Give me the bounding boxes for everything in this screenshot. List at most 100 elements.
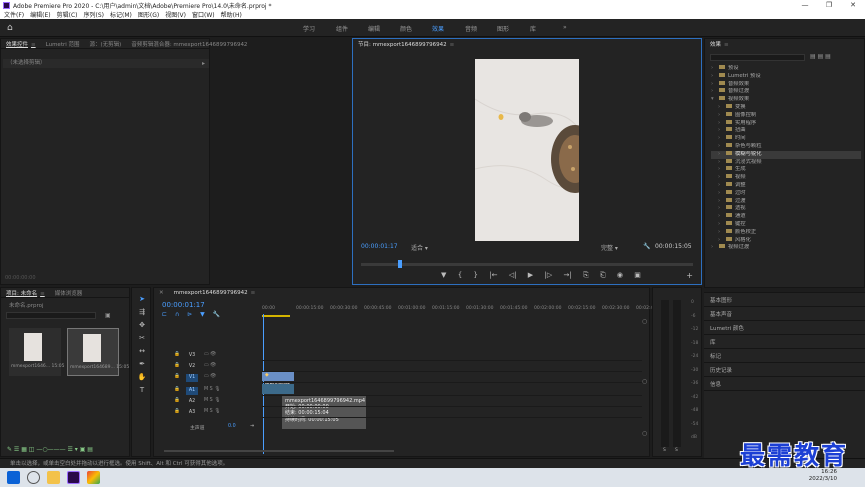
effect-tree-item[interactable]: › 时间 (711, 135, 861, 143)
effect-tree-item[interactable]: › 音频过渡 (711, 88, 861, 96)
bin-icon[interactable]: ▤ ▤ ▤ (810, 53, 831, 60)
menu-help[interactable]: 帮助(H) (221, 10, 242, 19)
menu-graphics[interactable]: 图形(G) (138, 10, 159, 19)
close-icon[interactable]: ✕ (154, 290, 169, 296)
tab-source[interactable]: 源：(无剪辑) (85, 40, 127, 48)
lift-button[interactable]: ⎘ (583, 271, 589, 281)
chevron-right-icon[interactable]: › (718, 143, 726, 151)
workspace-audio[interactable]: 音频 (465, 24, 477, 33)
effect-tree-item[interactable]: › 生成 (711, 166, 861, 174)
quality-dropdown[interactable]: 完整 ▾ (601, 243, 618, 252)
chevron-right-icon[interactable]: › (711, 65, 719, 73)
chevron-right-icon[interactable]: › (711, 73, 719, 81)
lock-icon[interactable]: 🔒 (174, 352, 180, 357)
eye-icon[interactable]: ▭ 👁 (204, 374, 216, 379)
track-lane[interactable] (262, 371, 642, 372)
track-target[interactable]: A2 (186, 398, 198, 406)
effect-tree-item[interactable]: › 视频 (711, 174, 861, 182)
effect-tree-item[interactable]: › 键控 (711, 220, 861, 229)
step-back-button[interactable]: ◁| (509, 271, 517, 281)
menu-view[interactable]: 视图(V) (165, 10, 186, 19)
track-lane[interactable] (262, 417, 642, 418)
chevron-right-icon[interactable]: › (711, 244, 719, 252)
project-item-selected[interactable]: mmexport164689... 15:05 (67, 328, 129, 376)
workspace-learn[interactable]: 学习 (303, 24, 315, 33)
menu-clip[interactable]: 剪辑(C) (57, 10, 78, 19)
workspace-assembly[interactable]: 组件 (336, 24, 348, 33)
chevron-right-icon[interactable]: › (718, 221, 726, 229)
workspace-libraries[interactable]: 库 (530, 24, 536, 33)
timeline-toolbar[interactable]: ⊏ ∩ ⊳ ▼ 🔧 (162, 311, 223, 318)
maximize-icon[interactable]: ❐ (817, 0, 841, 10)
chevron-right-icon[interactable]: › (718, 198, 726, 206)
effect-tree-item[interactable]: › 模糊与锐化 (711, 150, 861, 159)
panel-libraries[interactable]: 库 (710, 338, 716, 346)
panel-essential-graphics[interactable]: 基本图形 (710, 296, 732, 304)
chevron-right-icon[interactable]: › (718, 120, 726, 128)
chevron-right-icon[interactable]: › (718, 166, 726, 174)
chevron-right-icon[interactable]: › (718, 174, 726, 182)
track-header-v1[interactable]: 🔒 V1 ▭ 👁 (164, 372, 250, 383)
project-item[interactable]: mmexport1646... 15:05 (9, 328, 65, 376)
effect-tree-item[interactable]: › 过渡 (711, 197, 861, 206)
track-lane[interactable] (262, 382, 642, 383)
work-area-bar[interactable] (262, 315, 290, 317)
chevron-right-icon[interactable]: › (718, 104, 726, 112)
chevron-right-icon[interactable]: › (718, 213, 726, 221)
tab-audio-clip-mixer[interactable]: 音频剪辑混合器: mmexport1646899796942 (126, 40, 252, 48)
effect-tree-item[interactable]: › 扭曲 (711, 127, 861, 135)
timeline-ruler[interactable]: 00:00 00:00:15:00 00:00:30:00 00:00:45:00 00… (262, 302, 658, 314)
panel-lumetri-color[interactable]: Lumetri 颜色 (710, 324, 744, 332)
type-icon[interactable]: T (137, 385, 147, 395)
effect-tree-item[interactable]: › 过时 (711, 189, 861, 198)
close-icon[interactable]: ✕ (841, 0, 865, 10)
timeline-scrollbar[interactable] (164, 450, 394, 452)
minimize-icon[interactable]: — (793, 0, 817, 10)
lock-icon[interactable]: 🔒 (174, 387, 180, 392)
tab-project[interactable]: 项目: 未命名 ≡ (1, 289, 50, 297)
panel-info[interactable]: 信息 (710, 380, 721, 388)
solo-left[interactable]: S (663, 448, 666, 453)
audio-clip[interactable] (262, 384, 294, 394)
mute-solo-icons[interactable]: M S 🎙 (204, 409, 220, 414)
workspace-editing[interactable]: 编辑 (368, 24, 380, 33)
search-icon[interactable] (27, 471, 40, 484)
eye-icon[interactable]: ▭ 👁 (204, 352, 216, 357)
lock-icon[interactable]: 🔒 (174, 409, 180, 414)
chevron-right-icon[interactable]: › (718, 135, 726, 143)
program-video-frame[interactable] (475, 59, 579, 241)
effect-tree-item[interactable]: › Lumetri 预设 (711, 72, 861, 81)
lock-icon[interactable]: 🔒 (174, 363, 180, 368)
workspace-graphics[interactable]: 图形 (497, 24, 509, 33)
new-bin-icon[interactable]: ▣ (105, 312, 111, 319)
program-timecode[interactable]: 00:00:01:17 (361, 243, 398, 250)
solo-right[interactable]: S (675, 448, 678, 453)
track-target[interactable]: V3 (186, 352, 198, 360)
effect-tree-item[interactable]: › 实用程序 (711, 119, 861, 128)
effect-tree-item[interactable]: › 图像控制 (711, 111, 861, 120)
effect-tree-item[interactable]: ▾ 视频效果 (711, 96, 861, 104)
chevron-right-icon[interactable]: › (718, 229, 726, 237)
menu-edit[interactable]: 编辑(E) (30, 10, 50, 19)
menu-file[interactable]: 文件(F) (4, 10, 24, 19)
track-target[interactable]: V1 (186, 374, 198, 382)
track-header-a1[interactable]: 🔒 A1 M S 🎙 (164, 385, 250, 396)
menu-window[interactable]: 窗口(W) (192, 10, 215, 19)
video-clip[interactable]: ◆ mmexport (262, 371, 294, 388)
chevron-right-icon[interactable]: › (718, 151, 726, 159)
effect-tree-item[interactable]: › 调整 (711, 181, 861, 190)
track-header-v2[interactable]: 🔒 V2 ▭ 👁 (164, 361, 250, 372)
mute-solo-icons[interactable]: M S 🎙 (204, 398, 220, 403)
chrome-icon[interactable] (87, 471, 100, 484)
tab-program[interactable]: 节目: mmexport1646899796942 ≡ (353, 40, 459, 48)
razor-icon[interactable]: ✂ (137, 333, 147, 343)
track-header-a2[interactable]: 🔒 A2 M S 🎙 (164, 396, 250, 407)
fit-dropdown[interactable]: 适合 ▾ (411, 243, 428, 252)
lock-icon[interactable]: 🔒 (174, 374, 180, 379)
tab-effects[interactable]: 效果 ≡ (705, 40, 734, 48)
effects-search-input[interactable] (710, 54, 805, 61)
step-forward-button[interactable]: |▷ (544, 271, 552, 281)
slip-icon[interactable]: ↔ (137, 346, 147, 356)
export-frame-button[interactable]: ◉ (617, 271, 623, 281)
project-search-input[interactable] (6, 312, 96, 319)
